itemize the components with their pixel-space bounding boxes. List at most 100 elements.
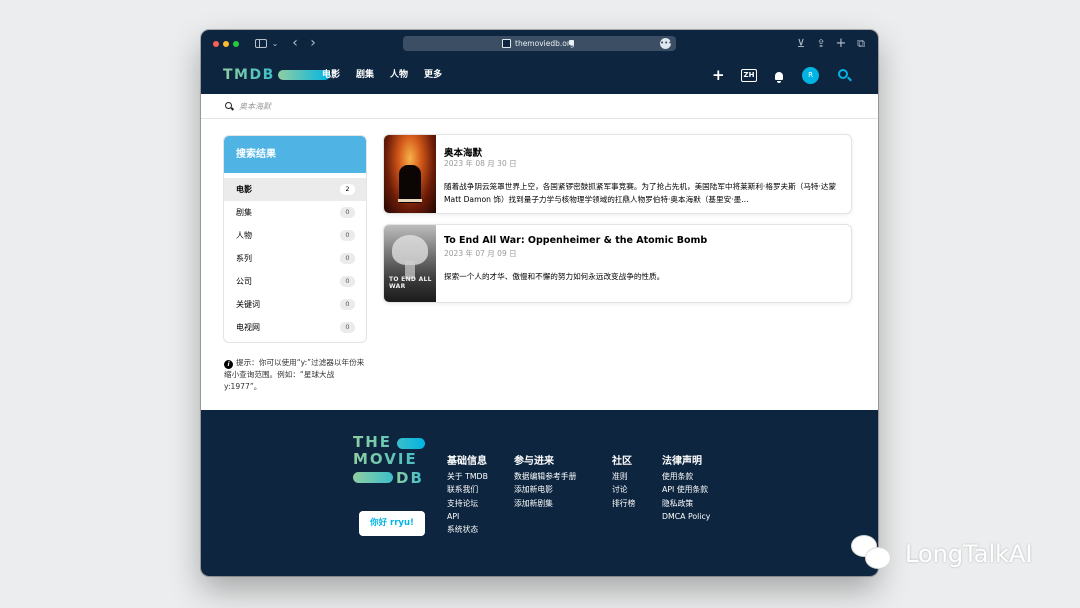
- sidebar-item-keywords[interactable]: 关键词 0: [224, 293, 366, 316]
- site-favicon-icon: [502, 39, 511, 48]
- share-icon[interactable]: ⇪: [815, 36, 827, 51]
- footer-link[interactable]: API 使用条款: [662, 483, 710, 496]
- sidebar-item-label: 剧集: [236, 208, 252, 217]
- download-icon[interactable]: ⊻: [795, 36, 807, 51]
- chevron-down-icon[interactable]: ⌄: [271, 36, 279, 51]
- movie-poster[interactable]: [384, 135, 436, 213]
- browser-toolbar: ⌄ ‹ › themoviedb.org ••• ⊻ ⇪ + ⧉: [201, 30, 878, 57]
- sidebar-item-label: 人物: [236, 231, 252, 240]
- nav-movies[interactable]: 电影: [322, 69, 340, 82]
- result-overview: 随着战争阴云笼罩世界上空，各国紧锣密鼓抓紧军事竞赛。为了抢占先机，美国陆军中将莱…: [444, 182, 837, 204]
- footer-link[interactable]: 关于 TMDB: [447, 470, 488, 483]
- search-results-panel: 搜索结果 电影 2 剧集 0 人物 0 系列 0 公司 0 关键词 0 电视网 …: [223, 135, 367, 343]
- nav-people[interactable]: 人物: [390, 69, 408, 82]
- footer-column-title: 参与进来: [514, 456, 554, 467]
- footer-column-title: 基础信息: [447, 456, 487, 467]
- address-bar-url: themoviedb.org: [515, 39, 575, 48]
- count-badge: 0: [340, 230, 355, 241]
- footer-logo-pill: [353, 472, 393, 483]
- result-release-date: 2023 年 07 月 09 日: [444, 249, 517, 258]
- footer-link[interactable]: API: [447, 510, 488, 523]
- footer-column-legal: 法律声明 使用条款 API 使用条款 隐私政策 DMCA Policy: [662, 455, 710, 523]
- search-tip-text: 提示：你可以使用“y:”过滤器以年份来缩小查询范围。例如：“星球大战 y:197…: [224, 358, 365, 391]
- sidebar-icon[interactable]: [255, 39, 267, 48]
- sidebar-item-networks[interactable]: 电视网 0: [224, 316, 366, 339]
- count-badge: 0: [340, 299, 355, 310]
- footer-link[interactable]: 联系我们: [447, 483, 488, 496]
- footer-column-title: 社区: [612, 456, 632, 467]
- bell-icon[interactable]: [775, 72, 783, 83]
- footer-logo-movie: MOVIE: [353, 451, 427, 468]
- count-badge: 0: [340, 322, 355, 333]
- result-title[interactable]: To End All War: Oppenheimer & the Atomic…: [444, 235, 707, 246]
- poster-title-text: TO END ALL WAR: [389, 276, 432, 290]
- search-input[interactable]: [239, 99, 539, 114]
- nav-tv[interactable]: 剧集: [356, 69, 374, 82]
- footer-column-community: 社区 准则 讨论 排行榜: [612, 455, 635, 510]
- nav-more[interactable]: 更多: [424, 69, 442, 82]
- zoom-window-button[interactable]: [233, 41, 239, 47]
- footer-logo-pill: [397, 438, 425, 449]
- site-footer: THE MOVIE DB 你好 rryu! 基础信息 关于 TMDB 联系我们 …: [201, 410, 878, 576]
- footer-link[interactable]: 添加新剧集: [514, 497, 576, 510]
- sidebar-item-label: 系列: [236, 254, 252, 263]
- footer-link[interactable]: DMCA Policy: [662, 510, 710, 523]
- footer-logo-db: DB: [396, 469, 424, 487]
- greeting-button[interactable]: 你好 rryu!: [359, 511, 425, 536]
- footer-logo[interactable]: THE MOVIE DB: [353, 434, 427, 487]
- footer-link[interactable]: 讨论: [612, 483, 635, 496]
- footer-column-basics: 基础信息 关于 TMDB 联系我们 支持论坛 API 系统状态: [447, 455, 488, 536]
- close-window-button[interactable]: [213, 41, 219, 47]
- wechat-icon-secondary: [865, 547, 891, 569]
- back-icon[interactable]: ‹: [289, 36, 301, 51]
- watermark-text: LongTalkAI: [905, 540, 1033, 568]
- sidebar-item-collections[interactable]: 系列 0: [224, 247, 366, 270]
- search-icon[interactable]: [838, 69, 848, 79]
- sidebar-item-label: 电影: [236, 185, 252, 194]
- footer-link[interactable]: 系统状态: [447, 523, 488, 536]
- result-type-list: 电影 2 剧集 0 人物 0 系列 0 公司 0 关键词 0 电视网 0: [224, 173, 366, 339]
- movie-result-card[interactable]: TO END ALL WAR To End All War: Oppenheim…: [383, 224, 852, 303]
- more-icon[interactable]: •••: [660, 38, 672, 49]
- avatar[interactable]: R: [802, 67, 819, 84]
- footer-link[interactable]: 数据编辑参考手册: [514, 470, 576, 483]
- address-bar[interactable]: themoviedb.org •••: [403, 36, 676, 51]
- result-release-date: 2023 年 08 月 30 日: [444, 159, 517, 168]
- sidebar-item-movies[interactable]: 电影 2: [224, 178, 366, 201]
- sidebar-item-label: 关键词: [236, 300, 260, 309]
- footer-link[interactable]: 添加新电影: [514, 483, 576, 496]
- footer-link[interactable]: 排行榜: [612, 497, 635, 510]
- sidebar-item-label: 公司: [236, 277, 252, 286]
- footer-link[interactable]: 使用条款: [662, 470, 710, 483]
- forward-icon[interactable]: ›: [307, 36, 319, 51]
- footer-column-title: 法律声明: [662, 456, 702, 467]
- sidebar-item-companies[interactable]: 公司 0: [224, 270, 366, 293]
- info-icon: i: [224, 360, 233, 369]
- footer-link[interactable]: 支持论坛: [447, 497, 488, 510]
- browser-window: ⌄ ‹ › themoviedb.org ••• ⊻ ⇪ + ⧉ TMDB 电影…: [201, 30, 878, 576]
- movie-poster[interactable]: TO END ALL WAR: [384, 225, 436, 302]
- count-badge: 0: [340, 207, 355, 218]
- sidebar-item-people[interactable]: 人物 0: [224, 224, 366, 247]
- movie-result-card[interactable]: 奥本海默 2023 年 08 月 30 日 随着战争阴云笼罩世界上空，各国紧锣密…: [383, 134, 852, 214]
- count-badge: 0: [340, 276, 355, 287]
- footer-link[interactable]: 隐私政策: [662, 497, 710, 510]
- language-button[interactable]: ZH: [741, 69, 757, 82]
- sidebar-item-tv[interactable]: 剧集 0: [224, 201, 366, 224]
- site-header: TMDB 电影 剧集 人物 更多 + ZH R: [201, 57, 878, 94]
- lock-icon: [569, 40, 574, 45]
- plus-icon[interactable]: +: [835, 36, 847, 51]
- count-badge: 0: [340, 253, 355, 264]
- search-icon: [225, 102, 232, 109]
- poster-figure: [399, 165, 421, 203]
- minimize-window-button[interactable]: [223, 41, 229, 47]
- footer-link[interactable]: 准则: [612, 470, 635, 483]
- result-overview: 探索一个人的才华、傲慢和不懈的努力如何永远改变战争的性质。: [444, 272, 665, 281]
- result-title[interactable]: 奥本海默: [444, 145, 482, 159]
- tmdb-logo-text: TMDB: [223, 67, 275, 83]
- search-results-title: 搜索结果: [224, 136, 366, 173]
- search-bar: [201, 94, 878, 119]
- add-icon[interactable]: +: [712, 66, 725, 84]
- sidebar-item-label: 电视网: [236, 323, 260, 332]
- tabs-icon[interactable]: ⧉: [855, 36, 867, 51]
